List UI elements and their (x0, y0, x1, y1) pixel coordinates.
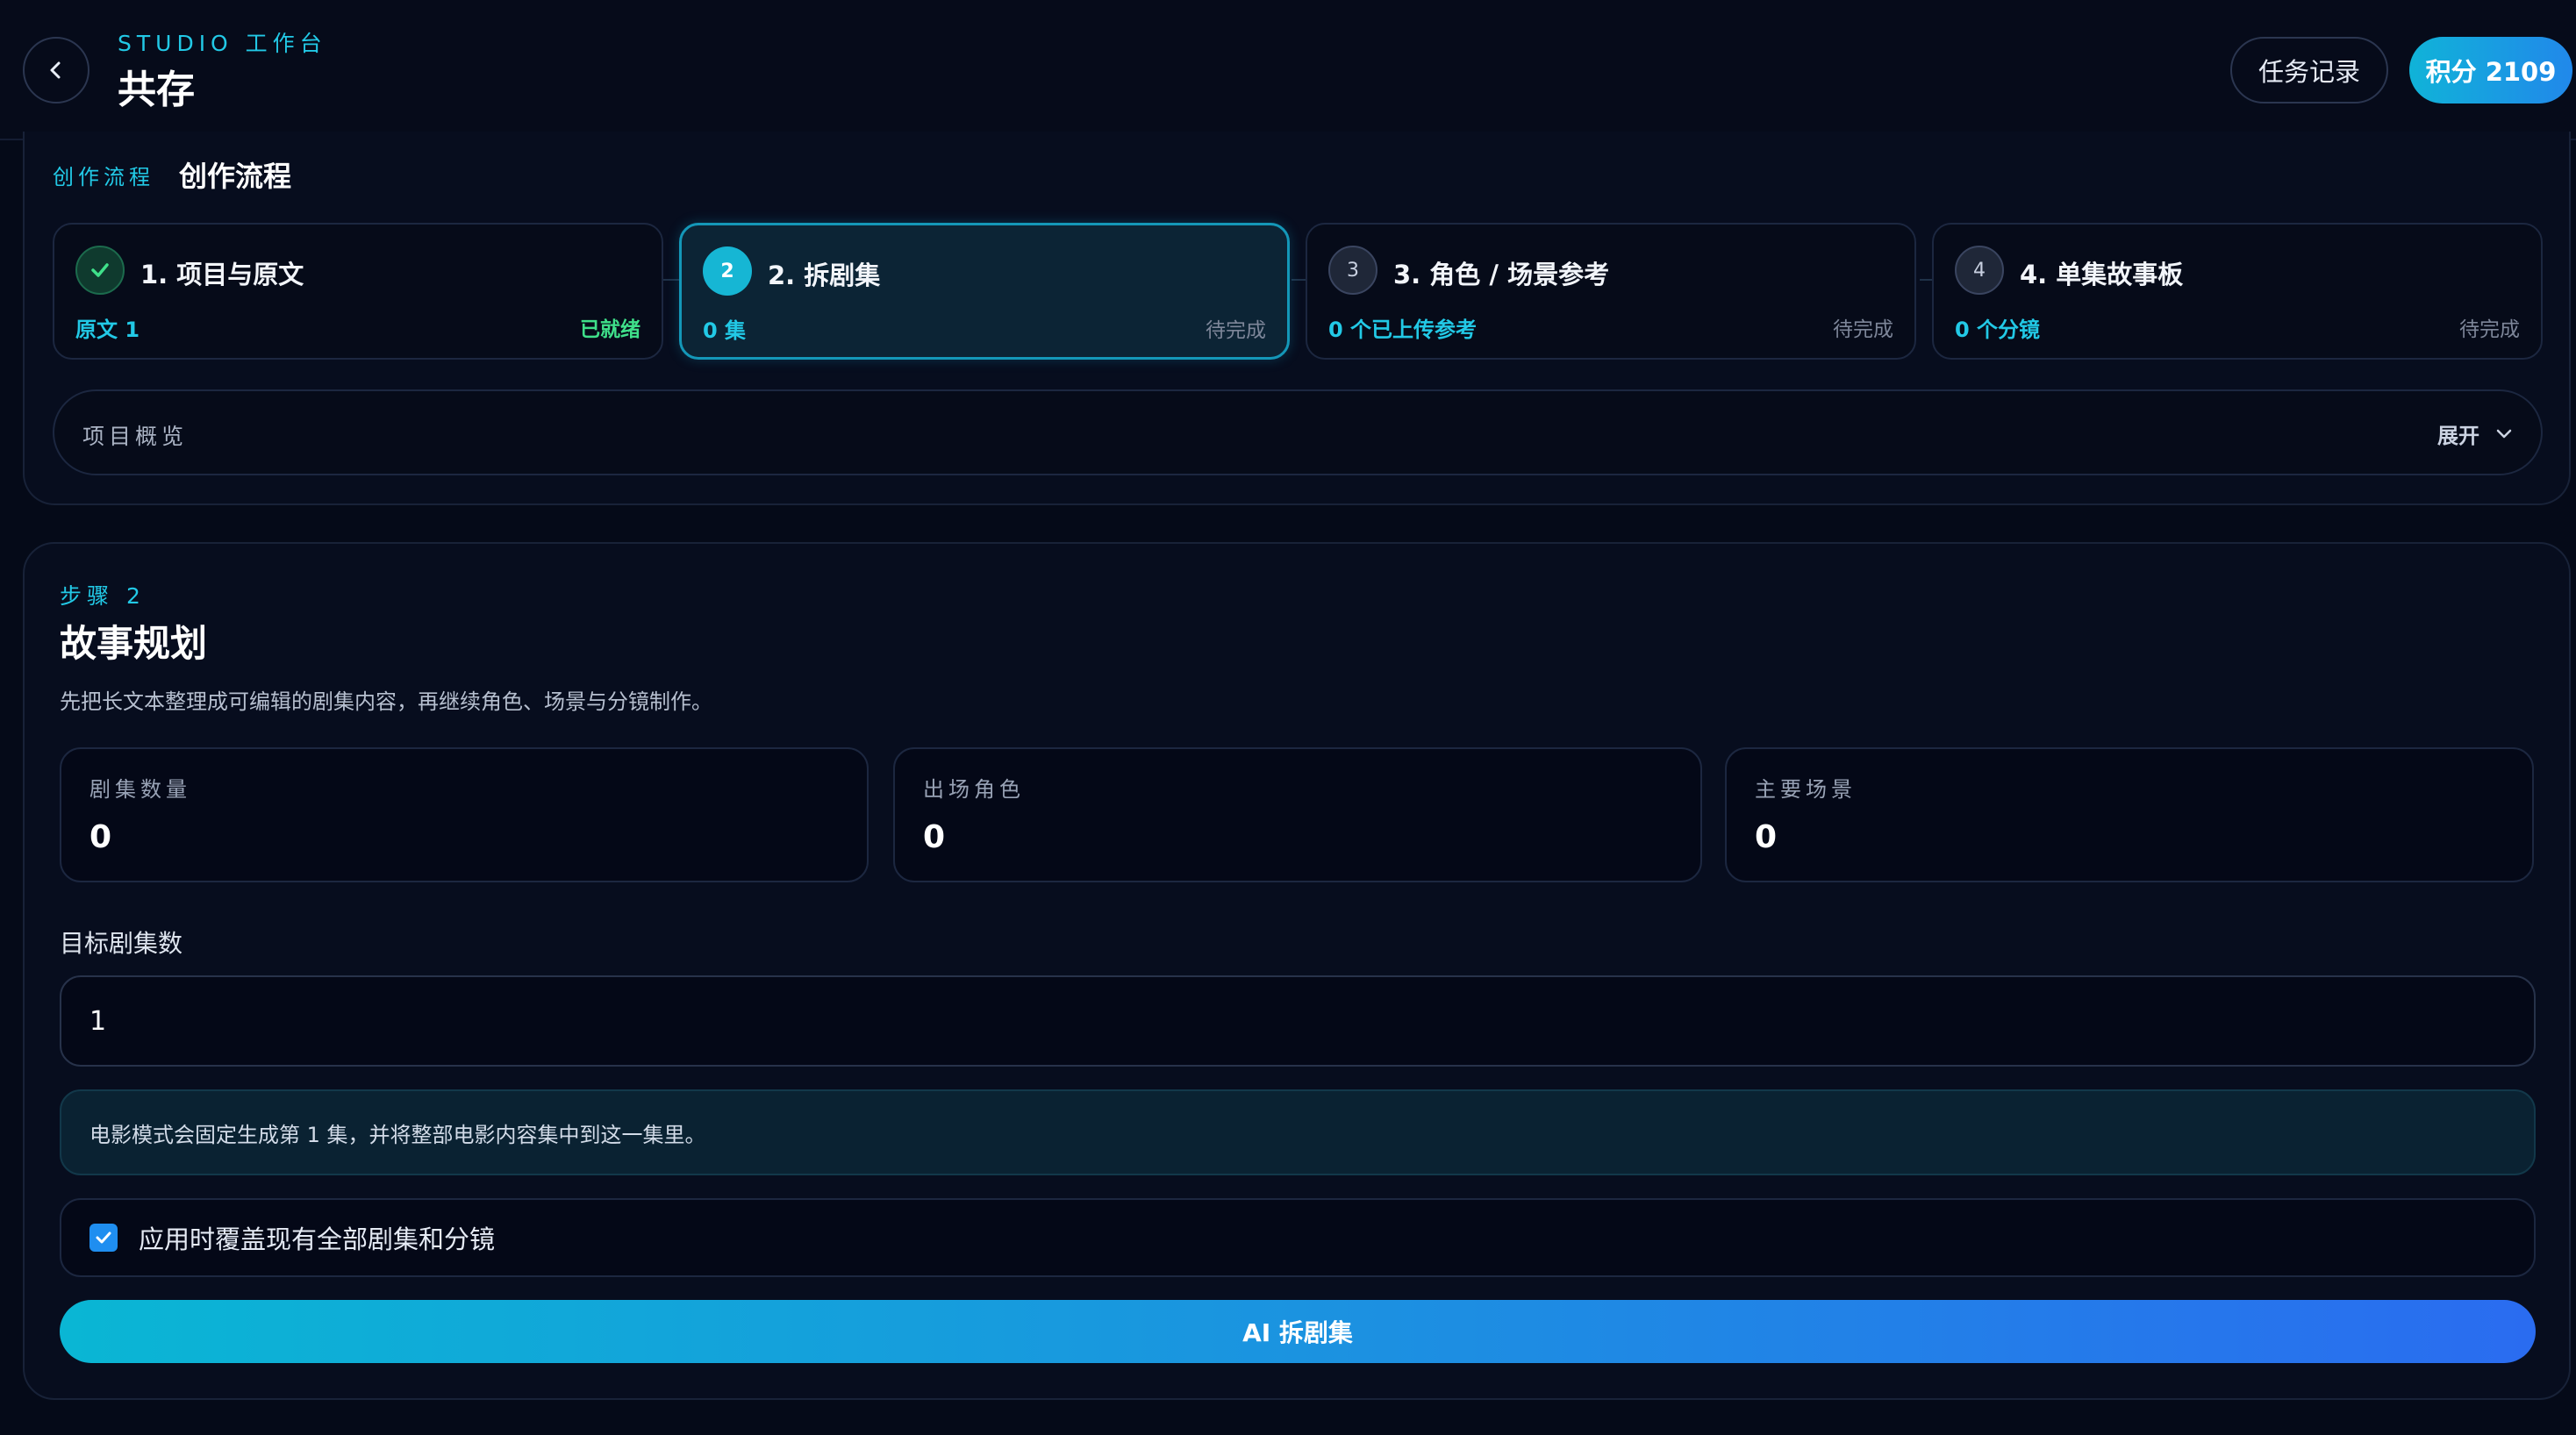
panel-description: 先把长文本整理成可编辑的剧集内容，再继续角色、场景与分镜制作。 (60, 689, 712, 714)
workflow-title: 创作流程 (179, 160, 292, 193)
step-count: 原文 1 (75, 318, 140, 342)
stat-value: 0 (89, 819, 112, 855)
app-header: STUDIO 工作台 共存 任务记录 积分 2109 (0, 0, 2576, 140)
workflow-step-1[interactable]: 1. 项目与原文 原文 1 已就绪 (53, 223, 663, 360)
movie-mode-notice: 电影模式会固定生成第 1 集，并将整部电影内容集中到这一集里。 (60, 1089, 2536, 1175)
stat-label: 剧集数量 (89, 777, 191, 802)
step-status: 待完成 (1833, 318, 1893, 341)
step-number-badge: 2 (703, 246, 752, 296)
step-count: 0 个已上传参考 (1328, 318, 1478, 342)
overwrite-option[interactable]: 应用时覆盖现有全部剧集和分镜 (60, 1198, 2536, 1277)
panel-title: 故事规划 (60, 622, 208, 665)
stat-card-characters: 出场角色 0 (893, 747, 1702, 882)
stat-label: 主要场景 (1755, 777, 1857, 802)
step-status: 已就绪 (580, 318, 640, 341)
workflow-step-2[interactable]: 2 2. 拆剧集 0 集 待完成 (679, 223, 1290, 360)
workflow-subtitle: 创作流程 (53, 165, 154, 189)
stat-label: 出场角色 (923, 777, 1025, 802)
step-title: 4. 单集故事板 (2020, 260, 2184, 289)
workflow-step-3[interactable]: 3 3. 角色 / 场景参考 0 个已上传参考 待完成 (1306, 223, 1916, 360)
overview-label: 项目概览 (82, 424, 189, 449)
back-button[interactable] (23, 37, 89, 104)
step-count: 0 集 (703, 318, 747, 343)
overwrite-label: 应用时覆盖现有全部剧集和分镜 (139, 1224, 496, 1254)
page-title: 共存 (118, 68, 195, 112)
step-title: 1. 项目与原文 (140, 260, 304, 289)
step-status: 待完成 (1206, 319, 1266, 342)
panel-step-label: 步骤 2 (60, 583, 146, 609)
expand-label: 展开 (2437, 423, 2479, 448)
step-done-badge (75, 246, 125, 295)
workflow-step-4[interactable]: 4 4. 单集故事板 0 个分镜 待完成 (1932, 223, 2543, 360)
stat-value: 0 (1755, 819, 1778, 855)
step-title: 3. 角色 / 场景参考 (1393, 260, 1610, 289)
chevron-left-icon (50, 61, 61, 79)
points-button[interactable]: 积分 2109 (2409, 37, 2572, 104)
step-number-badge: 3 (1328, 246, 1377, 295)
task-history-button[interactable]: 任务记录 (2230, 37, 2388, 104)
chevron-down-icon (2496, 429, 2512, 439)
project-overview-bar[interactable]: 项目概览 展开 (53, 389, 2543, 475)
overwrite-checkbox[interactable] (89, 1224, 118, 1252)
step-connector (663, 279, 681, 281)
stat-card-scenes: 主要场景 0 (1725, 747, 2534, 882)
expand-button[interactable]: 展开 (2437, 416, 2515, 451)
stat-card-episodes: 剧集数量 0 (60, 747, 869, 882)
step-count: 0 个分镜 (1955, 318, 2041, 342)
stat-value: 0 (923, 819, 946, 855)
step-title: 2. 拆剧集 (768, 261, 881, 290)
ai-split-episodes-button[interactable]: AI 拆剧集 (60, 1300, 2536, 1363)
target-episodes-label: 目标剧集数 (60, 929, 183, 958)
checkmark-icon (96, 1232, 111, 1244)
studio-label: STUDIO 工作台 (118, 31, 327, 56)
step-number-badge: 4 (1955, 246, 2004, 295)
step-status: 待完成 (2459, 318, 2520, 341)
target-episodes-input[interactable] (60, 975, 2536, 1067)
check-icon (91, 263, 109, 277)
